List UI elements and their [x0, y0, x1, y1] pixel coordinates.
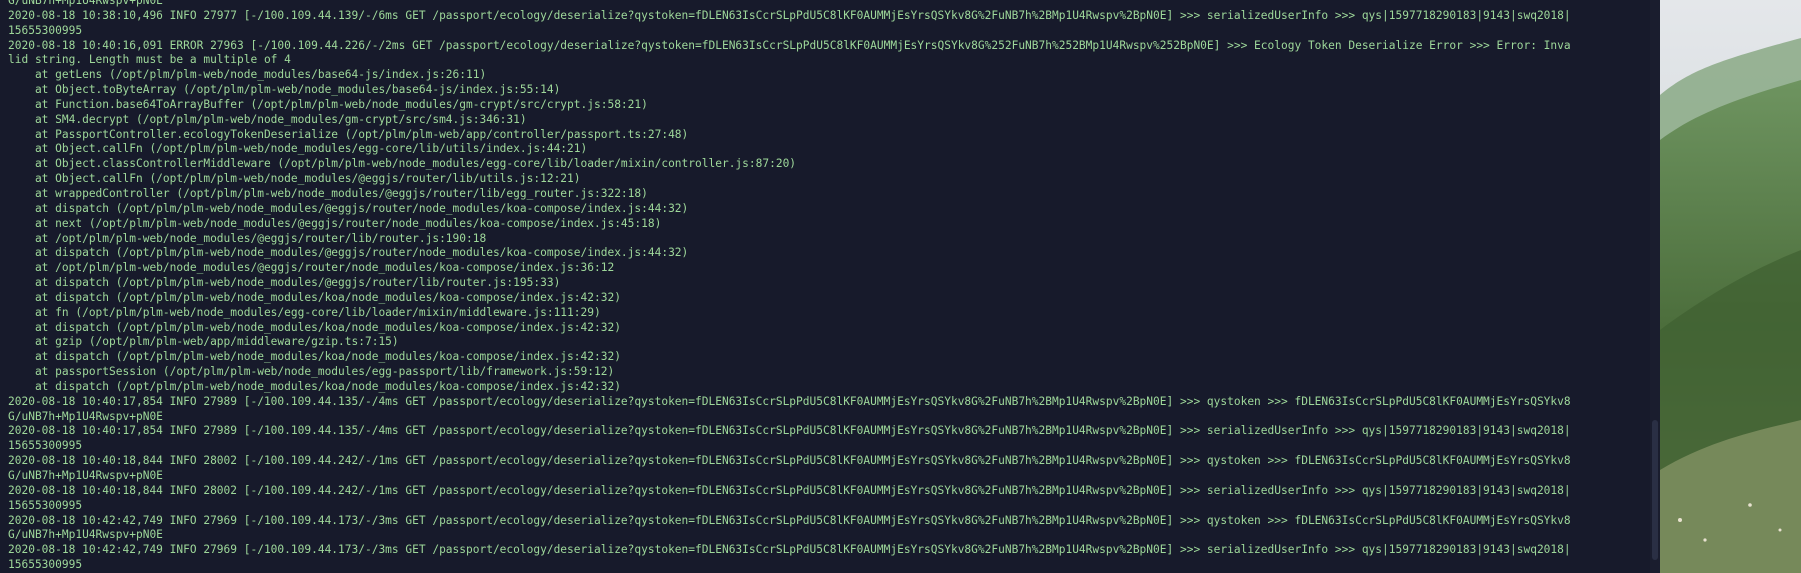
mountain-landscape-image: [1660, 0, 1801, 573]
log-line: G/uNB7h+Mp1U4Rwspv+pN0E: [8, 409, 163, 423]
log-output[interactable]: G/uNB7h+Mp1U4Rwspv+pN0E 2020-08-18 10:38:…: [8, 0, 1654, 573]
log-line: at fn (/opt/plm/plm-web/node_modules/egg…: [8, 305, 601, 319]
log-line: 2020-08-18 10:40:17,854 INFO 27989 [-/10…: [8, 424, 1571, 438]
log-line: at PassportController.ecologyTokenDeseri…: [8, 127, 689, 141]
log-line: at dispatch (/opt/plm/plm-web/node_modul…: [8, 290, 621, 304]
log-line: at dispatch (/opt/plm/plm-web/node_modul…: [8, 276, 561, 290]
terminal-window[interactable]: G/uNB7h+Mp1U4Rwspv+pN0E 2020-08-18 10:38:…: [0, 0, 1660, 573]
log-line: at dispatch (/opt/plm/plm-web/node_modul…: [8, 201, 689, 215]
log-line: 15655300995: [8, 439, 83, 453]
log-line: at next (/opt/plm/plm-web/node_modules/@…: [8, 216, 662, 230]
log-line: 2020-08-18 10:40:17,854 INFO 27989 [-/10…: [8, 394, 1571, 408]
log-line: G/uNB7h+Mp1U4Rwspv+pN0E: [8, 0, 163, 7]
desktop-wallpaper: [1660, 0, 1801, 573]
log-line: 2020-08-18 10:40:18,844 INFO 28002 [-/10…: [8, 483, 1571, 497]
log-line: 2020-08-18 10:40:18,844 INFO 28002 [-/10…: [8, 454, 1571, 468]
log-line: at dispatch (/opt/plm/plm-web/node_modul…: [8, 350, 621, 364]
log-line: 2020-08-18 10:38:10,496 INFO 27977 [-/10…: [8, 8, 1571, 22]
log-line: at Object.callFn (/opt/plm/plm-web/node_…: [8, 172, 581, 186]
log-line: 15655300995: [8, 558, 83, 572]
log-line: at dispatch (/opt/plm/plm-web/node_modul…: [8, 246, 689, 260]
log-line: at dispatch (/opt/plm/plm-web/node_modul…: [8, 379, 621, 393]
log-line: at SM4.decrypt (/opt/plm/plm-web/node_mo…: [8, 112, 527, 126]
log-line: at Object.classControllerMiddleware (/op…: [8, 157, 797, 171]
log-line: G/uNB7h+Mp1U4Rwspv+pN0E: [8, 469, 163, 482]
log-line: at Function.base64ToArrayBuffer (/opt/pl…: [8, 97, 648, 111]
log-line: lid string. Length must be a multiple of…: [8, 53, 291, 67]
log-line: G/uNB7h+Mp1U4Rwspv+pN0E: [8, 528, 163, 542]
log-line: at Object.toByteArray (/opt/plm/plm-web/…: [8, 83, 561, 97]
log-line: 2020-08-18 10:42:42,749 INFO 27969 [-/10…: [8, 513, 1571, 527]
desktop: G/uNB7h+Mp1U4Rwspv+pN0E 2020-08-18 10:38:…: [0, 0, 1801, 573]
log-line: at passportSession (/opt/plm/plm-web/nod…: [8, 365, 615, 379]
scrollbar-thumb[interactable]: [1652, 420, 1658, 560]
log-line: 2020-08-18 10:40:16,091 ERROR 27963 [-/1…: [8, 38, 1571, 52]
log-line: at gzip (/opt/plm/plm-web/app/middleware…: [8, 335, 399, 349]
log-line: at wrappedController (/opt/plm/plm-web/n…: [8, 186, 648, 200]
log-line: at /opt/plm/plm-web/node_modules/@eggjs/…: [8, 261, 615, 275]
log-line: 15655300995: [8, 498, 83, 512]
log-line: 2020-08-18 10:42:42,749 INFO 27969 [-/10…: [8, 543, 1571, 557]
log-line: at Object.callFn (/opt/plm/plm-web/node_…: [8, 142, 588, 156]
terminal-scrollbar[interactable]: [1650, 0, 1660, 573]
log-line: 15655300995: [8, 23, 83, 37]
log-line: at getLens (/opt/plm/plm-web/node_module…: [8, 68, 487, 82]
log-line: at dispatch (/opt/plm/plm-web/node_modul…: [8, 320, 621, 334]
log-line: at /opt/plm/plm-web/node_modules/@eggjs/…: [8, 231, 487, 245]
